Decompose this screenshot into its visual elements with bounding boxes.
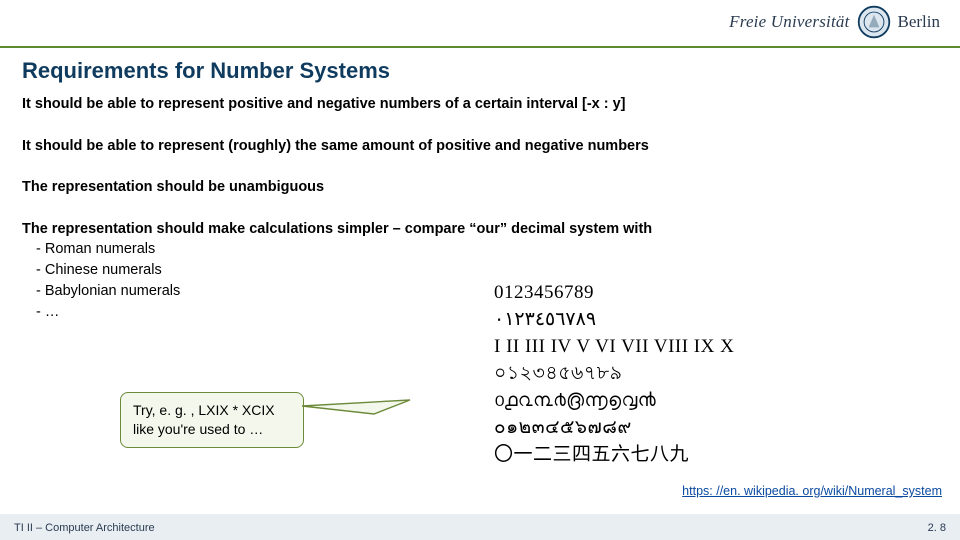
numeral-row-arabic: 0123456789 (494, 280, 934, 307)
callout-tail-icon (302, 398, 412, 422)
requirement-1: It should be able to represent positive … (22, 95, 938, 115)
requirement-2: It should be able to represent (roughly)… (22, 137, 938, 157)
numeral-systems-figure: 0123456789 ٠١٢٣٤٥٦٧٨٩ I II III IV V VI V… (494, 280, 934, 469)
reference-link[interactable]: https: //en. wikipedia. org/wiki/Numeral… (682, 484, 942, 498)
numeral-row-thai: ๐๑๒๓๔๕๖๗๘๙ (494, 415, 934, 442)
seal-icon (856, 4, 892, 40)
callout-box: Try, e. g. , LXIX * XCIX like you're use… (120, 392, 304, 448)
header-divider (0, 46, 960, 48)
bullet-roman: - Roman numerals (36, 239, 938, 260)
footer-page-number: 2. 8 (928, 522, 946, 534)
requirement-3: The representation should be unambiguous (22, 178, 938, 198)
numeral-row-roman: I II III IV V VI VII VIII IX X (494, 334, 934, 361)
numeral-row-malayalam: ൦൧൨൩൪൫൬൭൮൯ (494, 388, 934, 415)
university-logo: Freie Universität Berlin (715, 4, 946, 40)
logo-text-right: Berlin (898, 12, 941, 32)
requirement-4-lead: The representation should make calculati… (22, 221, 652, 237)
logo-text-left: Freie Universität (729, 12, 849, 32)
numeral-row-chinese: 〇一二三四五六七八九 (494, 442, 934, 469)
callout-line1: Try, e. g. , LXIX * XCIX (133, 401, 291, 420)
numeral-row-eastern-arabic: ٠١٢٣٤٥٦٧٨٩ (494, 307, 934, 334)
footer-course: TI II – Computer Architecture (14, 522, 155, 534)
slide-title: Requirements for Number Systems (22, 58, 390, 84)
numeral-row-bengali: ০১২৩৪৫৬৭৮৯ (494, 361, 934, 388)
bullet-chinese: - Chinese numerals (36, 260, 938, 281)
callout-line2: like you're used to … (133, 420, 291, 439)
